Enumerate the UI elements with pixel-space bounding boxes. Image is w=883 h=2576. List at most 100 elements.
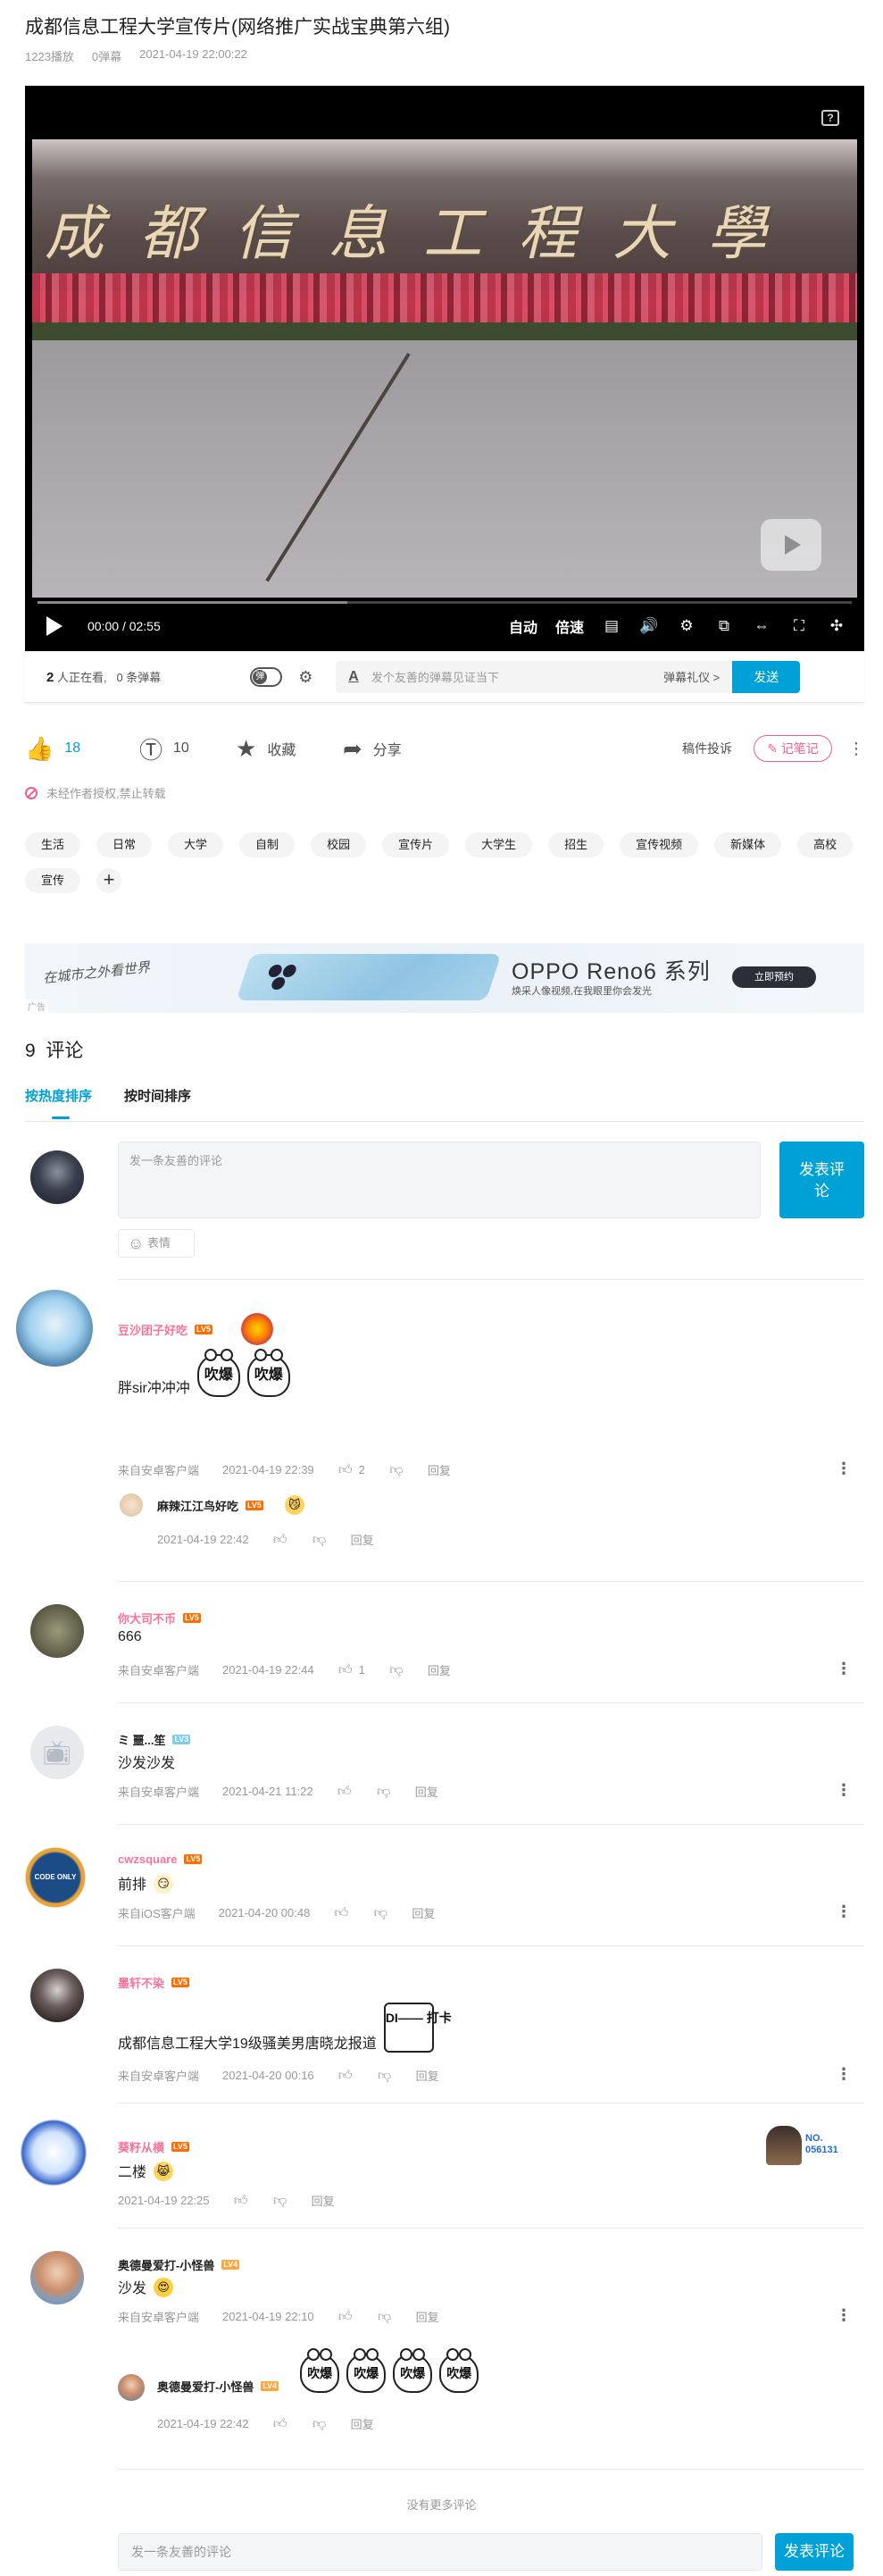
danmaku-off-icon[interactable]: ▤ [602,616,621,636]
avatar[interactable] [30,2251,84,2304]
danmaku-input[interactable]: A 发个友善的弹幕见证当下 弹幕礼仪 > [336,660,733,693]
like-button[interactable]: 👍 18 [25,735,139,763]
quality-button[interactable]: 自动 [509,615,537,637]
thumb-up-icon[interactable]: 👍︎ [272,1532,288,1548]
thumb-down-icon[interactable]: 👎︎ [377,2068,393,2084]
comment-like[interactable]: 👍︎ 1 [337,1662,365,1678]
thumb-down-icon[interactable]: 👎︎ [388,1662,404,1678]
avatar[interactable] [16,1290,93,1367]
comment-menu-icon[interactable]: ⋮ [836,1459,852,1478]
fullscreen-icon[interactable]: ✣ [827,616,846,636]
thumb-down-icon[interactable]: 👎︎ [312,1532,328,1548]
comment-like[interactable]: 👍︎ [337,2309,354,2325]
avatar[interactable] [30,1604,84,1658]
bottom-post-button[interactable]: 发表评论 [775,2533,854,2571]
tag[interactable]: 大学 [168,832,224,857]
ad-banner[interactable]: 在城市之外看世界 OPPO Reno6 系列 焕采人像视频,在我眼里你会发光 立… [25,943,864,1013]
favorite-button[interactable]: ★ 收藏 [236,735,343,763]
thumb-down-icon[interactable]: 👎︎ [372,1905,388,1921]
tag[interactable]: 生活 [25,832,81,857]
volume-icon[interactable]: 🔊 [639,616,659,636]
comment-input[interactable]: 发一条友善的评论 [118,1142,761,1218]
reply-username[interactable]: 奥德曼爱打-小怪兽 LV4 吹爆 吹爆 吹爆 吹爆 [157,2347,479,2395]
reply-button[interactable]: 回复 [415,1783,438,1800]
ad-cta-button[interactable]: 立即预约 [732,966,816,988]
thumb-down-icon[interactable]: 👎︎ [388,1462,404,1478]
comment-username[interactable]: 墨轩不染 LV5 [118,1974,189,1991]
reply-button[interactable]: 回复 [351,2415,374,2432]
reply-username-text[interactable]: 奥德曼爱打-小怪兽 [157,2378,254,2395]
video-frame[interactable]: 成都信息工程大學 [32,139,857,598]
post-comment-button[interactable]: 发表评论 [779,1142,864,1218]
my-avatar[interactable] [30,1150,84,1204]
tag[interactable]: 招生 [548,832,604,857]
web-fullscreen-icon[interactable]: ⛶ [789,616,809,636]
thumb-up-icon[interactable]: 👍︎ [272,2416,288,2432]
comment-menu-icon[interactable]: ⋮ [836,1781,852,1800]
username-text[interactable]: 你大司不币 [118,1610,176,1627]
emoji-button[interactable]: 表情 [118,1229,195,1258]
username-text[interactable]: 葵籽从横 [118,2138,164,2155]
avatar[interactable] [30,1969,84,2022]
comment-menu-icon[interactable]: ⋮ [836,2065,852,2084]
tag[interactable]: 自制 [239,832,296,857]
username-text[interactable]: 豆沙团子好吃 [118,1321,187,1338]
danmaku-settings-icon[interactable]: ⚙ [298,667,320,687]
comment-username[interactable]: 葵籽从横 LV5 [118,2138,189,2155]
report-link[interactable]: 稿件投诉 [682,740,732,757]
reply-button[interactable]: 回复 [416,2067,439,2084]
thumb-down-icon[interactable]: 👎︎ [312,2416,328,2432]
comment-username[interactable]: cwzsquare LV5 [118,1853,203,1866]
comment-like[interactable]: 👍︎ [233,2193,249,2209]
tag[interactable]: 高校 [797,832,854,857]
comment-like[interactable]: 👍︎ [337,2068,354,2084]
wide-mode-icon[interactable]: ⇔ [752,616,771,636]
progress-bar[interactable] [37,601,852,604]
reply-button[interactable]: 回复 [416,2308,439,2325]
reply-button[interactable]: 回复 [351,1531,374,1548]
tag[interactable]: 日常 [96,832,153,857]
comment-username[interactable]: ミ 噩...笙 LV3 [118,1731,191,1748]
username-text[interactable]: cwzsquare [118,1853,177,1866]
reply-button[interactable]: 回复 [312,2192,335,2209]
coin-button[interactable]: Ⓣ 10 [139,732,236,765]
reply-avatar[interactable] [118,2374,145,2401]
username-text[interactable]: ミ 噩...笙 [118,1731,165,1748]
thumb-down-icon[interactable]: 👎︎ [377,2309,393,2325]
danmaku-toggle[interactable] [250,666,283,687]
reply-username-text[interactable]: 麻辣江江鸟好吃 [157,1497,238,1514]
settings-gear-icon[interactable]: ⚙ [677,616,696,636]
avatar[interactable]: 📺︎ [30,1726,84,1779]
comment-username[interactable]: 豆沙团子好吃 LV5 [118,1313,273,1345]
sort-by-time[interactable]: 按时间排序 [124,1086,191,1121]
thumb-down-icon[interactable]: 👎︎ [376,1784,392,1800]
tag[interactable]: 宣传 [25,868,81,893]
play-icon[interactable] [46,616,62,636]
comment-like[interactable]: 👍︎ 2 [337,1462,365,1478]
avatar[interactable] [18,2117,89,2188]
tag[interactable]: 宣传视频 [620,832,699,857]
comment-like[interactable]: 👍︎ [337,1784,353,1800]
comment-like[interactable]: 👍︎ [333,1905,349,1921]
add-tag-icon[interactable]: + [96,868,122,893]
comment-username[interactable]: 奥德曼爱打-小怪兽 LV4 [118,2256,240,2273]
share-button[interactable]: ➦ 分享 [343,735,402,763]
pip-icon[interactable]: ⧉ [714,616,734,636]
tag[interactable]: 大学生 [465,832,533,857]
comment-menu-icon[interactable]: ⋮ [836,1660,852,1678]
reply-avatar[interactable] [118,1492,145,1518]
help-icon[interactable]: ? [821,110,839,126]
note-button[interactable]: ✎ 记笔记 [754,735,832,762]
username-text[interactable]: 墨轩不染 [118,1974,164,1991]
thumb-down-icon[interactable]: 👎︎ [272,2193,288,2209]
bottom-comment-input[interactable]: 发一条友善的评论 [118,2533,762,2571]
tag[interactable]: 宣传片 [382,832,450,857]
video-player[interactable]: ? 成都信息工程大學 00:00 / 02:55 自动 倍速 ▤ 🔊 ⚙ ⧉ ⇔… [25,86,864,651]
comment-menu-icon[interactable]: ⋮ [836,2306,852,2325]
sort-by-hot[interactable]: 按热度排序 [25,1086,92,1121]
comment-username[interactable]: 你大司不币 LV5 [118,1610,201,1627]
danmaku-send-button[interactable]: 发送 [732,660,801,693]
reply-button[interactable]: 回复 [428,1661,451,1678]
reply-button[interactable]: 回复 [428,1461,451,1478]
comment-menu-icon[interactable]: ⋮ [836,1903,852,1921]
